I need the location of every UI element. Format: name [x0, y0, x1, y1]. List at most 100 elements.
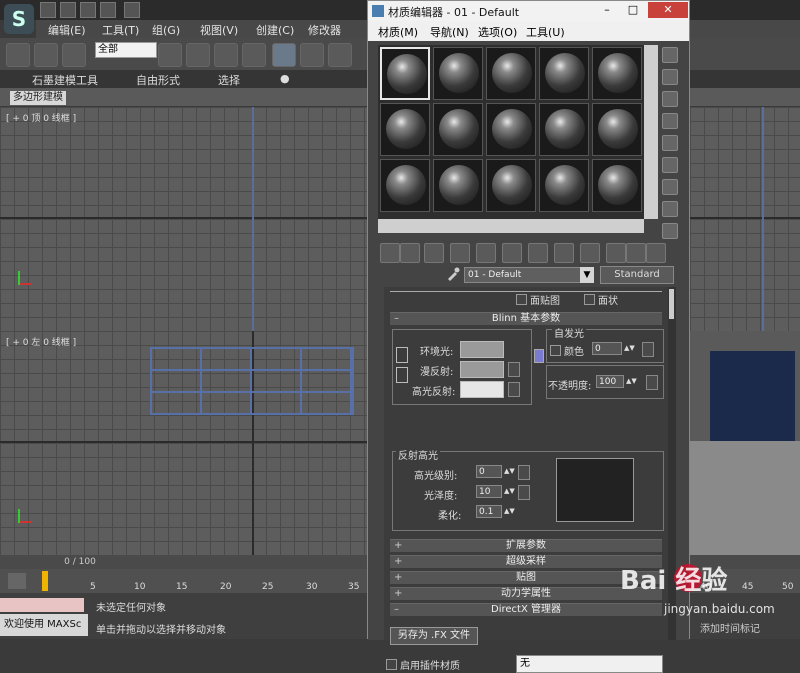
- select-object-icon[interactable]: [158, 43, 182, 67]
- soften-spinner[interactable]: 0.1: [476, 505, 502, 518]
- app-logo-icon[interactable]: S: [4, 4, 34, 34]
- sample-slot-12[interactable]: [433, 159, 483, 212]
- specular-level-map-button[interactable]: [518, 465, 530, 480]
- lock-diffuse-specular-icon[interactable]: [396, 367, 408, 383]
- menu-edit[interactable]: 编辑(E): [48, 22, 86, 38]
- save-icon[interactable]: [80, 2, 96, 18]
- self-illum-spinner[interactable]: 0: [592, 342, 622, 355]
- menu-create[interactable]: 创建(C): [256, 22, 294, 38]
- material-name-field[interactable]: 01 - Default: [464, 267, 584, 283]
- bind-space-warp-icon[interactable]: [62, 43, 86, 67]
- put-to-scene-icon[interactable]: [400, 243, 420, 263]
- sample-slot-2[interactable]: [433, 47, 483, 100]
- track-bar-icon[interactable]: [8, 573, 26, 589]
- options-icon[interactable]: [662, 179, 678, 195]
- redo-icon[interactable]: [124, 2, 140, 18]
- box-object-wireframe[interactable]: [150, 347, 354, 415]
- self-illum-color-checkbox[interactable]: [550, 345, 561, 356]
- viewport-left-label[interactable]: [ + 0 左 0 线框 ]: [6, 335, 76, 348]
- chevron-down-icon[interactable]: ▼: [580, 267, 594, 283]
- opacity-map-button[interactable]: [646, 375, 658, 390]
- select-by-material-icon[interactable]: [662, 201, 678, 217]
- ribbon-toggle-icon[interactable]: ●: [280, 72, 290, 85]
- sample-type-icon[interactable]: [662, 47, 678, 63]
- link-icon[interactable]: [6, 43, 30, 67]
- sample-slot-11[interactable]: [380, 159, 430, 212]
- viewport-top-label[interactable]: [ + 0 顶 0 线框 ]: [6, 111, 76, 124]
- tab-graphite-modeling[interactable]: 石墨建模工具: [32, 72, 98, 88]
- plugin-material-dropdown[interactable]: 无: [516, 655, 663, 673]
- move-icon[interactable]: [272, 43, 296, 67]
- sample-slot-14[interactable]: [539, 159, 589, 212]
- spinner-arrows-icon[interactable]: ▲▼: [504, 485, 515, 498]
- sample-slot-6[interactable]: [380, 103, 430, 156]
- sample-slot-3[interactable]: [486, 47, 536, 100]
- spinner-arrows-icon[interactable]: ▲▼: [504, 465, 515, 478]
- spinner-arrows-icon[interactable]: ▲▼: [626, 375, 637, 388]
- specular-map-button[interactable]: [508, 382, 520, 397]
- spinner-arrows-icon[interactable]: ▲▼: [504, 505, 515, 518]
- perspective-box-object[interactable]: [710, 351, 795, 441]
- reset-map-icon[interactable]: [450, 243, 470, 263]
- faceted-checkbox[interactable]: [584, 294, 595, 305]
- show-end-result-icon[interactable]: [580, 243, 600, 263]
- sample-slot-5[interactable]: [592, 47, 642, 100]
- menu-tools[interactable]: 工具(T): [102, 22, 139, 38]
- sample-slot-9[interactable]: [539, 103, 589, 156]
- polygon-modeling-button[interactable]: 多边形建模: [10, 91, 66, 105]
- maximize-button[interactable]: □: [620, 2, 646, 18]
- uv-tiling-icon[interactable]: [662, 113, 678, 129]
- selection-filter-dropdown[interactable]: 全部: [95, 42, 157, 58]
- viewport-front[interactable]: [690, 107, 800, 331]
- menu-views[interactable]: 视图(V): [200, 22, 238, 38]
- window-crossing-icon[interactable]: [242, 43, 266, 67]
- add-time-tag-button[interactable]: 添加时间标记: [700, 620, 760, 635]
- sample-slots-vertical-scrollbar[interactable]: [644, 45, 658, 219]
- make-preview-icon[interactable]: [662, 157, 678, 173]
- glossiness-map-button[interactable]: [518, 485, 530, 500]
- material-map-navigator-icon[interactable]: [662, 223, 678, 239]
- extended-params-rollout[interactable]: + 扩展参数: [390, 539, 662, 552]
- video-color-check-icon[interactable]: [662, 135, 678, 151]
- face-map-checkbox[interactable]: [516, 294, 527, 305]
- viewport-perspective[interactable]: [690, 331, 800, 555]
- glossiness-spinner[interactable]: 10: [476, 485, 502, 498]
- unlink-icon[interactable]: [34, 43, 58, 67]
- maxscript-listener-input[interactable]: [0, 598, 84, 612]
- viewport-left[interactable]: [ + 0 左 0 线框 ]: [0, 331, 368, 555]
- minimize-button[interactable]: –: [594, 2, 620, 18]
- sample-slot-1[interactable]: [380, 47, 430, 100]
- me-menu-options[interactable]: 选项(O): [478, 24, 517, 40]
- opacity-spinner[interactable]: 100: [596, 375, 624, 388]
- spinner-arrows-icon[interactable]: ▲▼: [624, 342, 635, 355]
- ambient-color-swatch[interactable]: [460, 341, 504, 358]
- lock-ambient-diffuse-icon[interactable]: [396, 347, 408, 363]
- background-icon[interactable]: [662, 91, 678, 107]
- diffuse-color-swatch[interactable]: [460, 361, 504, 378]
- rollouts-scrollbar-thumb[interactable]: [669, 289, 674, 319]
- sample-slot-15[interactable]: [592, 159, 642, 212]
- put-to-library-icon[interactable]: [502, 243, 522, 263]
- sample-slot-4[interactable]: [539, 47, 589, 100]
- scale-icon[interactable]: [328, 43, 352, 67]
- menu-modifiers[interactable]: 修改器: [308, 22, 341, 38]
- eyedropper-icon[interactable]: [446, 267, 460, 281]
- tab-selection[interactable]: 选择: [218, 72, 240, 88]
- specular-level-spinner[interactable]: 0: [476, 465, 502, 478]
- me-menu-navigation[interactable]: 导航(N): [430, 24, 469, 40]
- me-menu-utilities[interactable]: 工具(U): [526, 24, 565, 40]
- maxscript-welcome-field[interactable]: 欢迎使用 MAXSc: [0, 614, 88, 636]
- viewport-top[interactable]: [ + 0 顶 0 线框 ]: [0, 107, 368, 331]
- backlight-icon[interactable]: [662, 69, 678, 85]
- show-map-in-viewport-icon[interactable]: [554, 243, 574, 263]
- assign-material-icon[interactable]: [424, 243, 444, 263]
- me-menu-material[interactable]: 材质(M): [378, 24, 418, 40]
- material-type-button[interactable]: Standard: [600, 266, 674, 284]
- make-unique-icon[interactable]: [476, 243, 496, 263]
- get-material-icon[interactable]: [380, 243, 400, 263]
- undo-icon[interactable]: [100, 2, 116, 18]
- specular-color-swatch[interactable]: [460, 381, 504, 398]
- enable-plugin-material-checkbox[interactable]: [386, 659, 397, 670]
- pick-material-icon[interactable]: [646, 243, 666, 263]
- tab-freeform[interactable]: 自由形式: [136, 72, 180, 88]
